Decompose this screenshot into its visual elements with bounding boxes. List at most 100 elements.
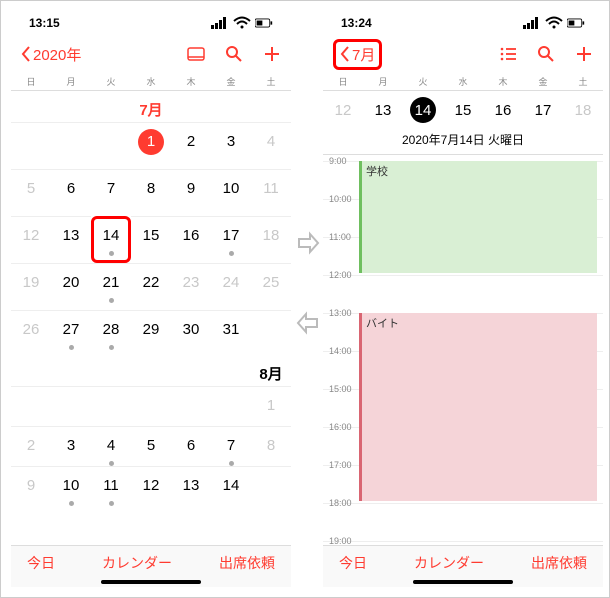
calendar-day[interactable]: 8 — [251, 426, 291, 466]
calendar-day[interactable]: 2 — [171, 122, 211, 169]
calendar-day[interactable]: 15 — [131, 216, 171, 263]
weekday-header: 日月火水木金土 — [323, 73, 603, 91]
event-block[interactable]: 学校 — [359, 161, 597, 273]
calendar-day[interactable]: 7 — [211, 426, 251, 466]
calendar-day[interactable]: 12 — [11, 216, 51, 263]
calendar-day[interactable]: 2 — [11, 426, 51, 466]
week-day[interactable]: 13 — [363, 95, 403, 125]
today-button[interactable]: 今日 — [27, 553, 55, 573]
calendar-aug-header: 8月 — [11, 357, 291, 386]
calendars-button[interactable]: カレンダー — [414, 553, 484, 573]
today-button[interactable]: 今日 — [339, 553, 367, 573]
calendar-day[interactable]: 30 — [171, 310, 211, 357]
calendar-day — [251, 310, 291, 357]
status-time: 13:24 — [341, 16, 372, 30]
calendar-day[interactable]: 14 — [211, 466, 251, 506]
calendar-day[interactable]: 5 — [11, 169, 51, 216]
hour-line: 18:00 — [323, 503, 603, 504]
calendar-day[interactable]: 26 — [11, 310, 51, 357]
calendar-day[interactable]: 13 — [171, 466, 211, 506]
hour-line: 12:00 — [323, 275, 603, 276]
calendar-day[interactable]: 18 — [251, 216, 291, 263]
calendar-day — [131, 386, 171, 426]
list-view-icon[interactable] — [187, 45, 205, 63]
calendar-day[interactable]: 9 — [171, 169, 211, 216]
month-view-phone: 13:15 2020年 日月火水木金土 7月 12345678910111213… — [11, 11, 291, 587]
search-icon[interactable] — [225, 45, 243, 63]
calendar-day[interactable]: 17 — [211, 216, 251, 263]
chevron-left-icon — [21, 46, 31, 62]
wifi-icon — [233, 14, 251, 32]
arrow-left-icon — [296, 311, 320, 335]
calendar-day[interactable]: 23 — [171, 263, 211, 310]
week-day[interactable]: 17 — [523, 95, 563, 125]
timeline[interactable]: 9:0010:0011:0012:0013:0014:0015:0016:001… — [323, 155, 603, 555]
status-bar: 13:15 — [11, 11, 291, 35]
calendar-day[interactable]: 27 — [51, 310, 91, 357]
calendar-day[interactable]: 13 — [51, 216, 91, 263]
calendar-day[interactable]: 19 — [11, 263, 51, 310]
calendar-day[interactable]: 10 — [211, 169, 251, 216]
status-time: 13:15 — [29, 16, 60, 30]
back-to-year-button[interactable]: 2020年 — [21, 44, 81, 65]
calendar-day — [51, 122, 91, 169]
calendar-day[interactable]: 1 — [251, 386, 291, 426]
calendar-day[interactable]: 31 — [211, 310, 251, 357]
signal-icon — [523, 14, 541, 32]
calendar-day[interactable]: 11 — [251, 169, 291, 216]
week-day[interactable]: 12 — [323, 95, 363, 125]
week-day[interactable]: 15 — [443, 95, 483, 125]
calendar-day[interactable]: 9 — [11, 466, 51, 506]
calendar-day[interactable]: 5 — [131, 426, 171, 466]
calendar-day — [11, 386, 51, 426]
calendar-day[interactable]: 6 — [51, 169, 91, 216]
calendar-day[interactable]: 14 — [91, 216, 131, 263]
calendar-day — [171, 386, 211, 426]
calendar-day[interactable]: 7 — [91, 169, 131, 216]
event-block[interactable]: バイト — [359, 313, 597, 501]
calendar-day[interactable]: 22 — [131, 263, 171, 310]
calendar-day[interactable]: 10 — [51, 466, 91, 506]
calendar-day[interactable]: 8 — [131, 169, 171, 216]
day-view-phone: 13:24 7月 日月火水木金土 12131415161718 2020年7月1… — [323, 11, 603, 587]
calendar-day[interactable]: 3 — [51, 426, 91, 466]
nav-bar: 7月 — [323, 35, 603, 73]
calendar-day[interactable]: 20 — [51, 263, 91, 310]
calendar-day — [91, 122, 131, 169]
calendar-day[interactable]: 1 — [131, 122, 171, 169]
calendar-day[interactable]: 6 — [171, 426, 211, 466]
calendar-day[interactable]: 28 — [91, 310, 131, 357]
inbox-button[interactable]: 出席依頼 — [531, 553, 587, 573]
back-to-month-button[interactable]: 7月 — [333, 39, 382, 70]
calendar-day[interactable]: 12 — [131, 466, 171, 506]
status-icons — [523, 14, 585, 32]
list-toggle-icon[interactable] — [499, 45, 517, 63]
home-indicator[interactable] — [413, 580, 513, 584]
week-day[interactable]: 18 — [563, 95, 603, 125]
inbox-button[interactable]: 出席依頼 — [219, 553, 275, 573]
calendar-day[interactable]: 24 — [211, 263, 251, 310]
calendar-day[interactable]: 25 — [251, 263, 291, 310]
calendars-button[interactable]: カレンダー — [102, 553, 172, 573]
add-event-icon[interactable] — [263, 45, 281, 63]
battery-icon — [255, 14, 273, 32]
calendar-grid-july: 1234567891011121314151617181920212223242… — [11, 122, 291, 357]
month-label-july: 7月 — [131, 91, 171, 122]
home-indicator[interactable] — [101, 580, 201, 584]
week-day[interactable]: 14 — [403, 95, 443, 125]
calendar-day[interactable]: 3 — [211, 122, 251, 169]
calendar-day[interactable]: 29 — [131, 310, 171, 357]
weekday-header: 日月火水木金土 — [11, 73, 291, 91]
nav-bar: 2020年 — [11, 35, 291, 73]
search-icon[interactable] — [537, 45, 555, 63]
add-event-icon[interactable] — [575, 45, 593, 63]
calendar-day[interactable]: 16 — [171, 216, 211, 263]
calendar-day[interactable]: 11 — [91, 466, 131, 506]
week-strip: 12131415161718 — [323, 91, 603, 129]
calendar-day[interactable]: 4 — [91, 426, 131, 466]
calendar-day[interactable]: 4 — [251, 122, 291, 169]
calendar-day[interactable]: 21 — [91, 263, 131, 310]
status-bar: 13:24 — [323, 11, 603, 35]
week-day[interactable]: 16 — [483, 95, 523, 125]
calendar-day — [91, 386, 131, 426]
